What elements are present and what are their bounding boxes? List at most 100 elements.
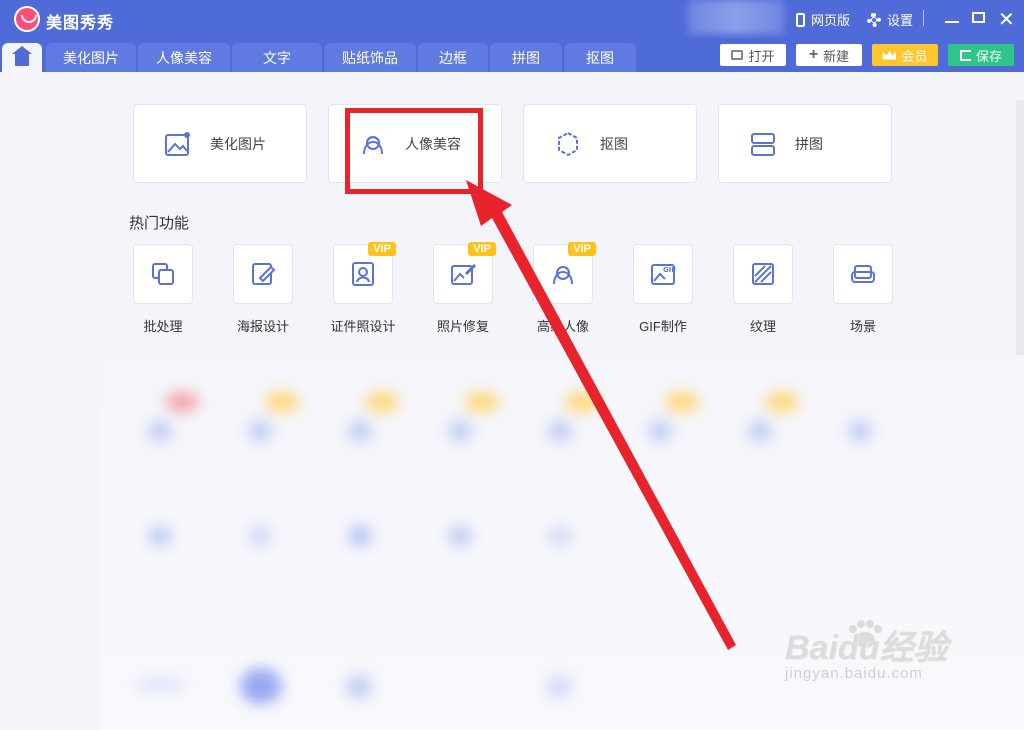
blurred-region [688, 0, 784, 34]
blurred-icon [748, 420, 772, 442]
portrait-icon [553, 266, 573, 285]
app-logo-icon [14, 6, 40, 32]
section-title: 热门功能 [129, 215, 190, 232]
settings-button[interactable]: 设置 [867, 10, 913, 29]
tab-bar: 美化图片 人像美容 文字 贴纸饰品 边框 拼图 抠图 [0, 38, 1024, 72]
vip-badge: VIP [368, 242, 396, 256]
save-label: 保存 [975, 48, 1002, 64]
watermark: Baidu经验 jingyan.baidu.com [785, 620, 947, 682]
scrollbar[interactable] [1016, 100, 1024, 360]
open-button[interactable]: 打开 [720, 44, 786, 66]
tool-label: 批处理 [143, 319, 183, 334]
card-cutout[interactable]: 抠图 [523, 104, 697, 183]
blurred-icon [248, 420, 272, 442]
card-label: 拼图 [795, 135, 823, 152]
save-button[interactable]: 保存 [948, 44, 1014, 66]
blurred-badge [565, 392, 599, 412]
blurred-badge [665, 392, 699, 412]
watermark-title: Baidu经验 [785, 629, 948, 667]
tool-gif[interactable]: GIF [633, 244, 693, 304]
scene-icon [851, 265, 875, 283]
image-icon [165, 131, 190, 156]
tool-scene[interactable] [833, 244, 893, 304]
open-label: 打开 [748, 48, 775, 64]
poster-icon [252, 263, 276, 285]
vip-label: 会员 [901, 48, 928, 64]
blurred-icon [546, 675, 572, 699]
home-icon [12, 45, 32, 66]
card-label: 抠图 [600, 135, 628, 152]
blurred-icon [148, 525, 172, 547]
tab-collage[interactable]: 拼图 [490, 43, 562, 72]
card-label: 美化图片 [210, 135, 266, 152]
tool-label: 海报设计 [236, 319, 289, 334]
card-beautify[interactable]: 美化图片 [133, 104, 307, 183]
id-photo-icon [352, 262, 374, 286]
tab-portrait[interactable]: 人像美容 [138, 43, 230, 72]
image-icon [731, 50, 744, 60]
tool-id-photo[interactable]: VIP [333, 242, 396, 304]
vip-button[interactable]: 会员 [872, 44, 938, 66]
tool-advanced-portrait[interactable]: VIP [533, 242, 596, 304]
blurred-badge [265, 392, 299, 412]
photo-repair-icon [451, 263, 477, 285]
phone-icon [796, 12, 805, 27]
blurred-icon [240, 668, 282, 704]
tab-text[interactable]: 文字 [232, 43, 322, 72]
divider [923, 10, 924, 26]
tool-batch[interactable] [133, 244, 193, 304]
app-title: 美图秀秀 [46, 15, 115, 32]
cutout-icon [558, 131, 578, 156]
blurred-icon [135, 680, 185, 690]
minimize-icon[interactable] [945, 21, 959, 23]
gif-icon: GIF [651, 264, 676, 285]
tab-stickers[interactable]: 贴纸饰品 [324, 43, 416, 72]
blurred-icon [548, 525, 572, 547]
blurred-badge [365, 392, 399, 412]
blurred-badge [165, 392, 199, 412]
plus-icon: + [808, 46, 819, 63]
blurred-icon [648, 420, 672, 442]
title-bar: 美图秀秀 网页版 设置 ✕ [0, 0, 1024, 38]
vip-badge: VIP [468, 242, 496, 256]
blurred-badge [465, 392, 499, 412]
tool-poster[interactable] [233, 244, 293, 304]
tool-label: 高级人像 [536, 319, 589, 334]
web-version-label: 网页版 [811, 13, 851, 28]
tool-label: 证件照设计 [330, 319, 396, 334]
tab-beautify[interactable]: 美化图片 [46, 43, 136, 72]
vip-badge: VIP [568, 242, 596, 256]
new-button[interactable]: + 新建 [796, 44, 862, 66]
tool-texture[interactable] [733, 244, 793, 304]
maximize-icon[interactable] [972, 12, 985, 23]
tool-photo-repair[interactable]: VIP [433, 242, 496, 304]
blurred-icon [348, 420, 372, 442]
settings-label: 设置 [887, 13, 914, 28]
card-collage[interactable]: 拼图 [718, 104, 892, 183]
tab-cutout[interactable]: 抠图 [564, 43, 636, 72]
blurred-icon [448, 420, 472, 442]
web-version-button[interactable]: 网页版 [796, 10, 850, 29]
blurred-icon [848, 420, 872, 442]
crown-icon [882, 50, 897, 60]
export-icon [959, 49, 971, 61]
tab-border[interactable]: 边框 [418, 43, 488, 72]
new-label: 新建 [823, 48, 850, 64]
svg-text:GIF: GIF [663, 266, 676, 274]
tab-home[interactable] [2, 43, 42, 72]
highlight-rectangle [345, 108, 483, 194]
gear-icon [867, 12, 881, 27]
blurred-icon [348, 525, 372, 547]
batch-icon [152, 263, 174, 285]
blurred-icon [248, 525, 272, 547]
blurred-badge [765, 392, 799, 412]
puzzle-icon [751, 132, 775, 156]
tool-label: GIF制作 [639, 319, 687, 334]
tool-label: 照片修复 [436, 319, 489, 334]
tool-label: 场景 [849, 319, 876, 334]
close-icon[interactable]: ✕ [998, 7, 1015, 32]
texture-icon [752, 263, 774, 285]
blurred-icon [148, 420, 172, 442]
blurred-icon [548, 420, 572, 442]
blurred-icon [448, 525, 472, 547]
